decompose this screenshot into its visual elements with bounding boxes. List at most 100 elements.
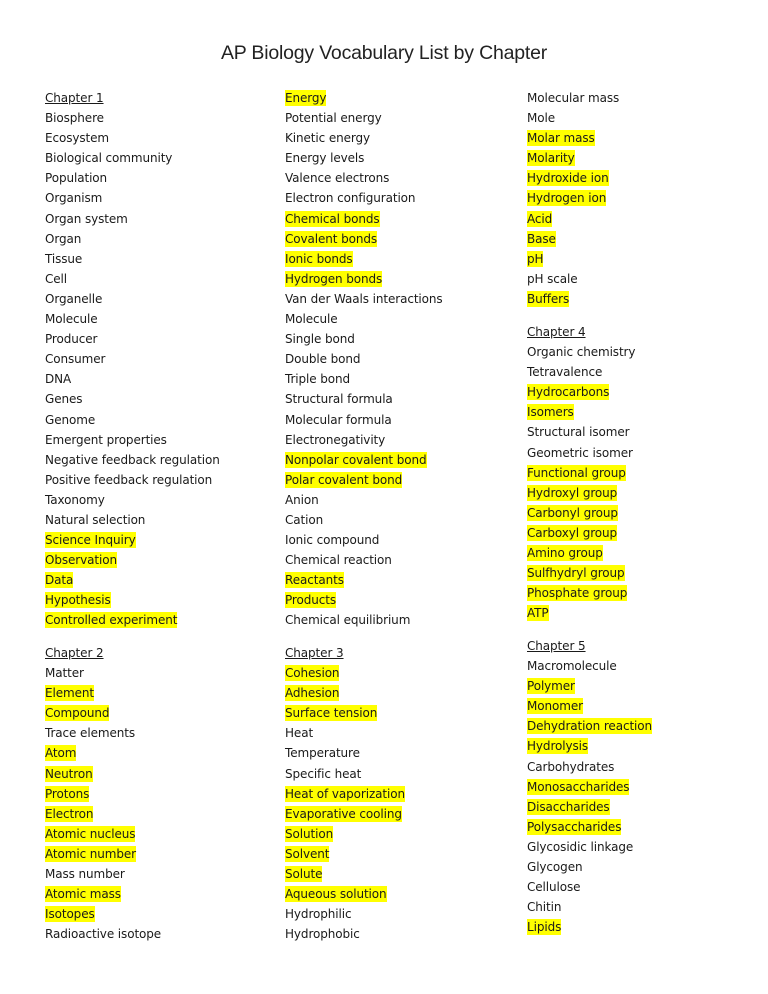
vocab-term-highlighted: Data bbox=[45, 570, 220, 590]
vocab-term-label: Glycogen bbox=[527, 860, 583, 875]
vocab-term-highlighted: Energy bbox=[285, 88, 443, 108]
vocab-term-label: Heat bbox=[285, 726, 314, 741]
vocab-term-label: Electronegativity bbox=[285, 432, 386, 447]
vocab-term-label: Specific heat bbox=[285, 766, 362, 781]
vocab-term-label: Structural isomer bbox=[527, 425, 630, 440]
vocab-term-highlighted: Hydroxyl group bbox=[527, 483, 635, 503]
vocab-term-label: Population bbox=[45, 171, 108, 186]
vocab-term: Mass number bbox=[45, 864, 161, 884]
vocab-term-highlighted: Atom bbox=[45, 743, 161, 763]
vocab-term-highlighted: Carboxyl group bbox=[527, 523, 635, 543]
vocab-term-label: Molecule bbox=[45, 312, 98, 327]
vocab-term-highlighted: Heat of vaporization bbox=[285, 784, 405, 804]
vocab-term-label: Energy bbox=[285, 90, 327, 106]
vocab-term: Organelle bbox=[45, 289, 220, 309]
vocab-term-highlighted: Polymer bbox=[527, 676, 652, 696]
chapter-heading-label: Chapter 3 bbox=[285, 646, 344, 660]
vocab-term-label: Double bond bbox=[285, 352, 361, 367]
vocab-term-label: Electron configuration bbox=[285, 191, 416, 206]
vocab-term: Glycosidic linkage bbox=[527, 837, 652, 857]
vocab-term-label: Glycosidic linkage bbox=[527, 839, 634, 854]
vocab-term-label: Isotopes bbox=[45, 906, 95, 923]
vocab-term-label: Observation bbox=[45, 552, 117, 569]
vocab-term: Hydrophilic bbox=[285, 904, 405, 924]
vocab-term-highlighted: Atomic nucleus bbox=[45, 824, 161, 844]
chapter-heading: Chapter 1 bbox=[45, 88, 220, 108]
vocab-term-label: Controlled experiment bbox=[45, 612, 178, 629]
vocab-term: Electron configuration bbox=[285, 188, 443, 208]
vocab-term: Structural isomer bbox=[527, 422, 635, 442]
vocab-term-highlighted: Evaporative cooling bbox=[285, 804, 405, 824]
vocab-term-highlighted: Products bbox=[285, 590, 443, 610]
vocab-term-highlighted: Hydrolysis bbox=[527, 736, 652, 756]
vocab-term-label: Ecosystem bbox=[45, 131, 110, 146]
vocab-term: Double bond bbox=[285, 349, 443, 369]
vocab-term-label: Surface tension bbox=[285, 705, 378, 722]
vocab-term-label: Trace elements bbox=[45, 726, 135, 741]
vocab-term-label: Disaccharides bbox=[527, 798, 610, 815]
vocab-term: Geometric isomer bbox=[527, 443, 635, 463]
chapter-heading-label: Chapter 2 bbox=[45, 646, 104, 660]
vocab-term: Kinetic energy bbox=[285, 128, 443, 148]
vocab-term-label: Energy levels bbox=[285, 151, 365, 166]
vocab-term-label: Consumer bbox=[45, 352, 106, 367]
vocab-term-label: Carbohydrates bbox=[527, 759, 615, 774]
vocab-term-label: Tissue bbox=[45, 251, 83, 266]
vocab-term-label: pH scale bbox=[527, 271, 578, 286]
vocab-term-highlighted: Element bbox=[45, 683, 161, 703]
vocab-term-highlighted: Compound bbox=[45, 703, 161, 723]
vocab-term-label: Aqueous solution bbox=[285, 886, 387, 903]
vocab-term-label: Cohesion bbox=[285, 665, 340, 682]
vocab-term-label: Anion bbox=[285, 492, 319, 507]
vocab-term-label: Taxonomy bbox=[45, 492, 105, 507]
vocab-term-label: Reactants bbox=[285, 572, 344, 589]
vocab-term: Heat bbox=[285, 723, 405, 743]
vocab-term-highlighted: Hydrocarbons bbox=[527, 382, 635, 402]
column-2-bottom: Chapter 3 Cohesion Adhesion Surface tension… bbox=[285, 643, 405, 944]
vocab-term-label: Emergent properties bbox=[45, 432, 167, 447]
vocab-term-highlighted: Polysaccharides bbox=[527, 817, 652, 837]
vocab-term: Specific heat bbox=[285, 764, 405, 784]
vocab-term-label: Polar covalent bond bbox=[285, 471, 403, 488]
vocab-term-label: Covalent bonds bbox=[285, 230, 378, 247]
column-3-middle: Chapter 4 Organic chemistry Tetravalence Hy… bbox=[527, 322, 636, 623]
vocab-term-label: Base bbox=[527, 230, 556, 247]
vocab-term-label: Atomic mass bbox=[45, 886, 121, 903]
vocab-term-label: pH bbox=[527, 250, 544, 267]
vocab-term: Cellulose bbox=[527, 877, 652, 897]
vocab-term-label: Hypothesis bbox=[45, 592, 111, 609]
vocab-term-label: Atom bbox=[45, 745, 77, 762]
vocab-term-label: Lipids bbox=[527, 919, 562, 936]
vocab-term-highlighted: Adhesion bbox=[285, 683, 405, 703]
vocab-term-highlighted: Cohesion bbox=[285, 663, 405, 683]
vocab-term-label: Organic chemistry bbox=[527, 345, 636, 360]
vocab-term: pH scale bbox=[527, 269, 619, 289]
vocab-term-label: Molecular mass bbox=[527, 91, 620, 105]
vocab-term: Organic chemistry bbox=[527, 342, 636, 362]
vocab-term-label: Ionic bonds bbox=[285, 250, 353, 267]
vocab-term-label: Chemical reaction bbox=[285, 553, 392, 568]
vocab-term-label: Hydrocarbons bbox=[527, 384, 610, 401]
vocab-term-label: Solution bbox=[285, 825, 334, 842]
vocab-term: Macromolecule bbox=[527, 656, 652, 676]
vocab-term: Molecule bbox=[285, 309, 443, 329]
vocab-term-highlighted: Sulfhydryl group bbox=[527, 563, 635, 583]
vocab-term-highlighted: Disaccharides bbox=[527, 797, 652, 817]
vocab-term: Organism bbox=[45, 188, 220, 208]
vocab-term: Matter bbox=[45, 663, 161, 683]
chapter-heading: Chapter 4 bbox=[527, 322, 635, 342]
vocab-term: Glycogen bbox=[527, 857, 652, 877]
vocab-term: Molecule bbox=[45, 309, 220, 329]
vocab-term-highlighted: Covalent bonds bbox=[285, 229, 443, 249]
vocab-term-label: Genome bbox=[45, 412, 96, 427]
vocab-term: Organ system bbox=[45, 209, 220, 229]
vocab-term: DNA bbox=[45, 369, 220, 389]
vocab-term-label: Acid bbox=[527, 210, 553, 227]
vocab-term-label: Neutron bbox=[45, 765, 93, 782]
vocab-term-label: Electron bbox=[45, 805, 94, 822]
vocab-term: Chemical reaction bbox=[285, 550, 443, 570]
vocab-term-label: Cation bbox=[285, 512, 324, 527]
vocab-term: Energy levels bbox=[285, 148, 443, 168]
vocab-term-label: Cell bbox=[45, 271, 68, 286]
vocab-term-label: Atomic number bbox=[45, 845, 137, 862]
